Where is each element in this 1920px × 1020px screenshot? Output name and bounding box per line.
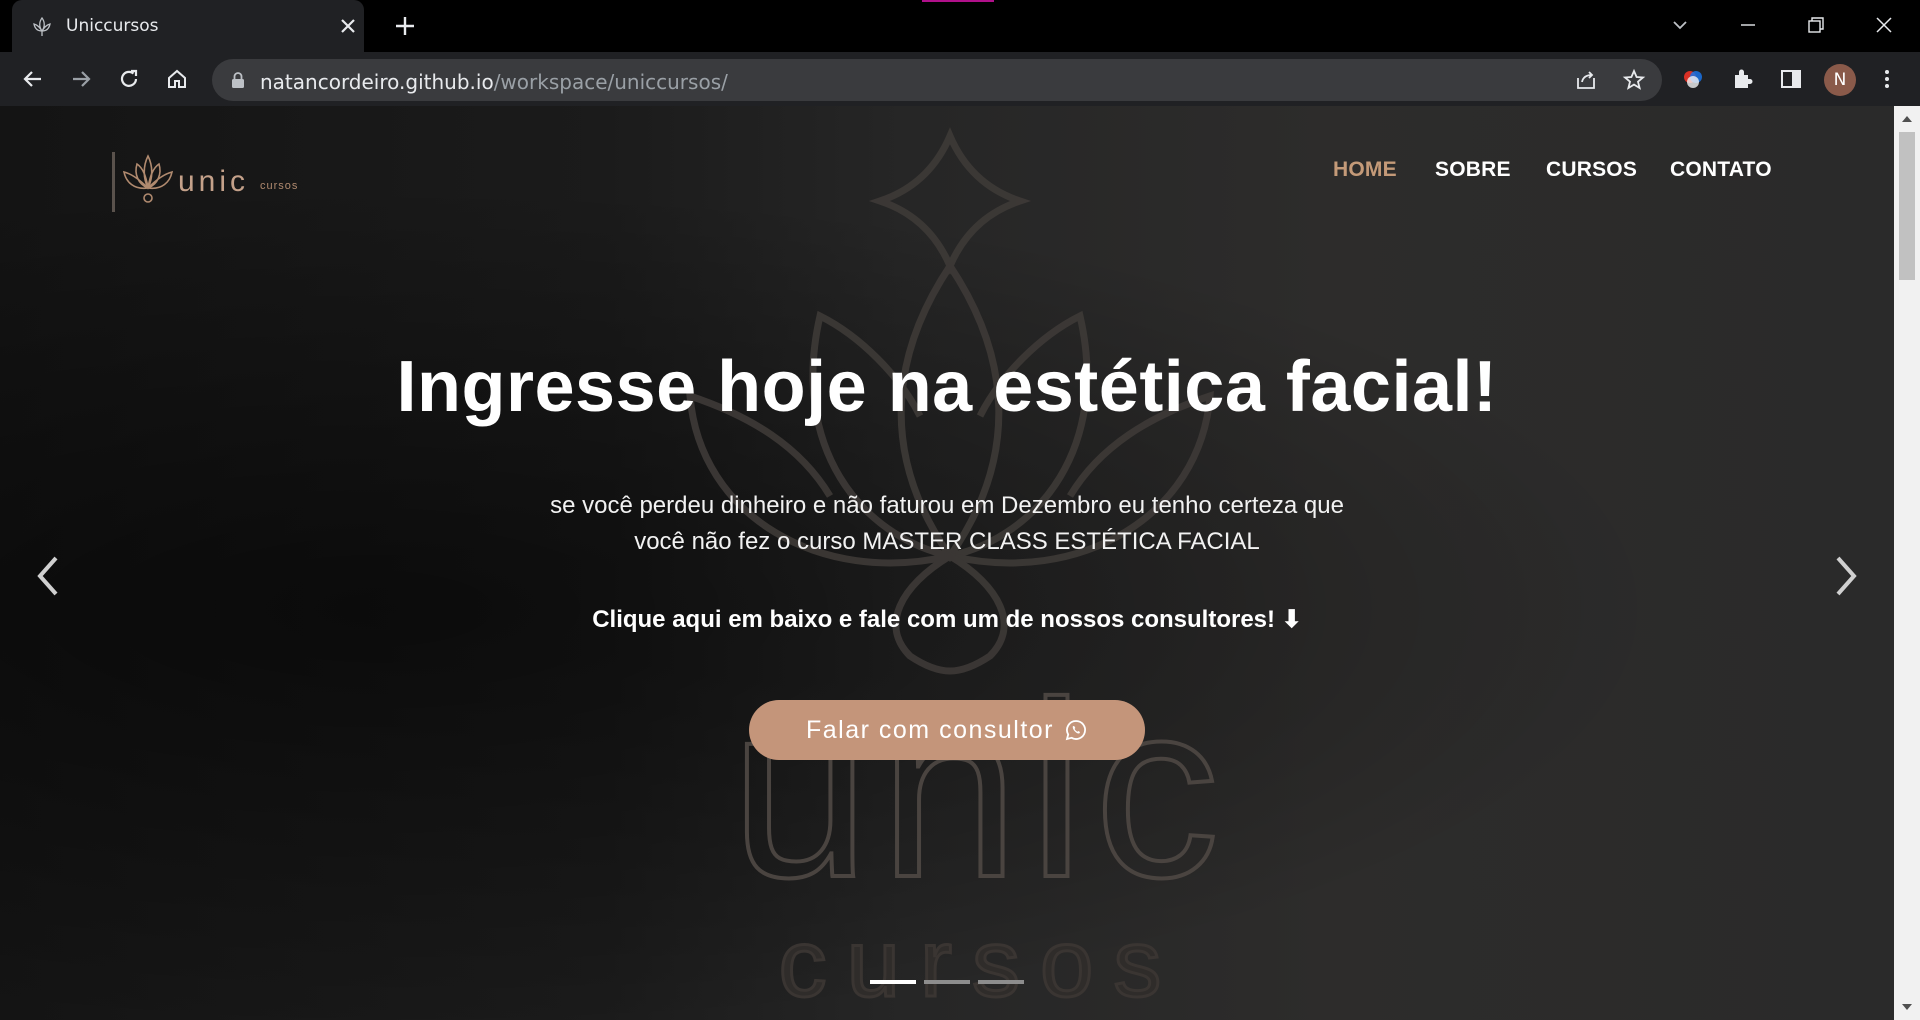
share-icon[interactable] bbox=[1574, 68, 1598, 92]
logo-unic: unic bbox=[178, 165, 249, 198]
whatsapp-icon bbox=[1065, 720, 1086, 741]
plus-icon[interactable] bbox=[392, 13, 418, 39]
hero-subtitle: se você perdeu dinheiro e não faturou em… bbox=[497, 488, 1397, 560]
tab-strip: Uniccursos bbox=[0, 0, 1920, 52]
extensions-icon[interactable] bbox=[1730, 66, 1756, 92]
carousel-indicator-3[interactable] bbox=[978, 980, 1024, 984]
close-icon[interactable] bbox=[336, 14, 360, 38]
minimize-icon[interactable] bbox=[1735, 12, 1761, 38]
color-extension-icon[interactable] bbox=[1680, 66, 1706, 92]
scroll-up-icon[interactable] bbox=[1901, 114, 1913, 124]
hero-subtitle-line-1: se você perdeu dinheiro e não faturou em… bbox=[550, 492, 1344, 519]
lock-icon bbox=[232, 72, 244, 88]
reload-icon[interactable] bbox=[116, 66, 142, 92]
forward-icon[interactable] bbox=[68, 66, 94, 92]
tab-title: Uniccursos bbox=[66, 16, 159, 36]
tab-search-icon[interactable] bbox=[1667, 12, 1693, 38]
url-host: natancordeiro.github.io bbox=[260, 70, 494, 94]
nav-home[interactable]: HOME bbox=[1333, 158, 1397, 182]
watermark-unic: unic bbox=[731, 650, 1230, 929]
close-window-icon[interactable] bbox=[1871, 12, 1897, 38]
carousel-indicator-2[interactable] bbox=[924, 980, 970, 984]
profile-avatar[interactable]: N bbox=[1824, 64, 1856, 96]
scroll-down-icon[interactable] bbox=[1901, 1002, 1913, 1012]
nav-cursos[interactable]: CURSOS bbox=[1546, 158, 1637, 182]
lotus-icon bbox=[33, 16, 51, 36]
hero-subtitle-line-2: você não fez o curso MASTER CLASS ESTÉTI… bbox=[634, 528, 1260, 555]
menu-icon[interactable] bbox=[1874, 66, 1900, 92]
lotus-watermark-icon: unic cursos bbox=[686, 127, 1230, 1016]
nav-contato[interactable]: CONTATO bbox=[1670, 158, 1772, 182]
watermark-cursos: cursos bbox=[779, 910, 1182, 1016]
url-text: natancordeiro.github.io/workspace/uniccu… bbox=[260, 70, 728, 94]
url-path: /workspace/uniccursos/ bbox=[493, 70, 728, 94]
restore-icon[interactable] bbox=[1803, 12, 1829, 38]
tab-indicator bbox=[922, 0, 994, 2]
hero-cta-text: Clique aqui em baixo e fale com um de no… bbox=[592, 606, 1302, 633]
side-panel-icon[interactable] bbox=[1778, 66, 1804, 92]
logo-bar bbox=[112, 152, 115, 212]
hero-headline: Ingresse hoje na estética facial! bbox=[396, 347, 1498, 427]
carousel-indicator-1[interactable] bbox=[870, 980, 916, 984]
browser-toolbar: natancordeiro.github.io/workspace/uniccu… bbox=[0, 52, 1920, 106]
address-bar[interactable]: natancordeiro.github.io/workspace/uniccu… bbox=[212, 59, 1662, 101]
back-icon[interactable] bbox=[20, 66, 46, 92]
scrollbar[interactable] bbox=[1894, 106, 1920, 1020]
browser-tab[interactable]: Uniccursos bbox=[12, 0, 364, 52]
site-logo[interactable]: unic cursos bbox=[110, 148, 310, 220]
button-label: Falar com consultor bbox=[805, 715, 1055, 744]
logo-cursos: cursos bbox=[260, 180, 298, 192]
lotus-icon bbox=[122, 154, 174, 203]
talk-to-consultant-button[interactable]: Falar com consultor bbox=[749, 700, 1145, 760]
page-viewport: unic cursos unic cursos HOME SOBRE CURSO… bbox=[0, 106, 1894, 1020]
scrollbar-thumb[interactable] bbox=[1899, 132, 1915, 280]
home-icon[interactable] bbox=[164, 66, 190, 92]
star-icon[interactable] bbox=[1622, 68, 1646, 92]
chevron-left-icon[interactable] bbox=[28, 546, 68, 606]
chevron-right-icon[interactable] bbox=[1826, 546, 1866, 606]
nav-sobre[interactable]: SOBRE bbox=[1435, 158, 1511, 182]
